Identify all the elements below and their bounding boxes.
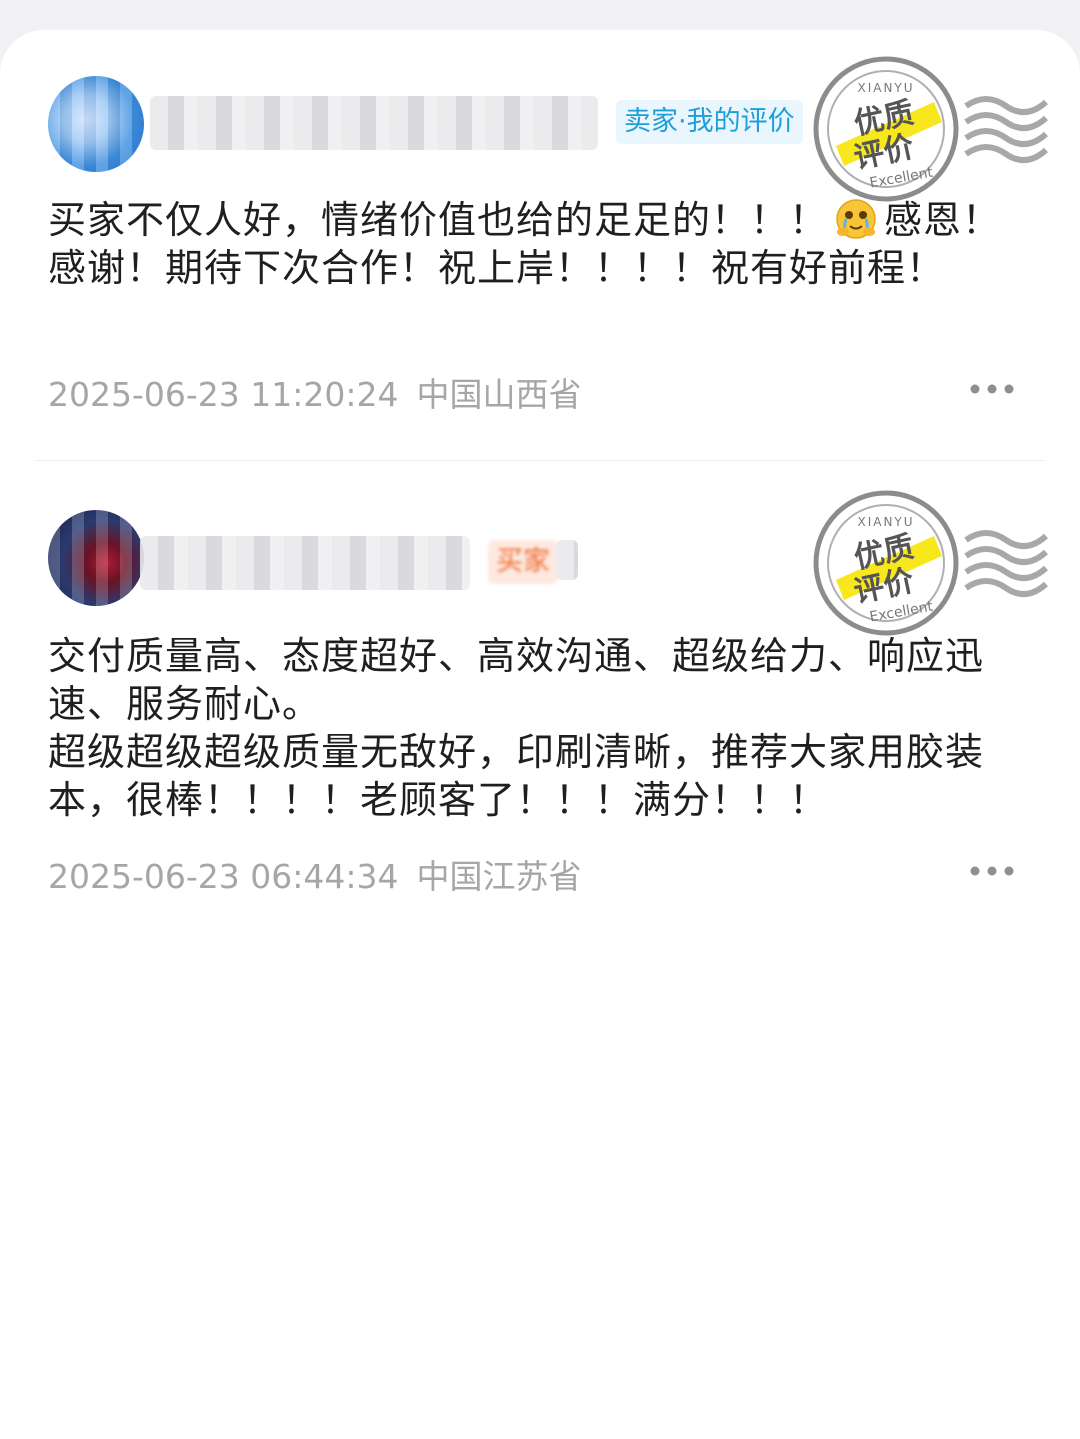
review-content: 买家不仅人好，情绪价值也给的足足的！！！ 感恩！感谢！期待下次合作！祝上岸！！！！…	[48, 198, 1002, 290]
avatar[interactable]	[48, 510, 144, 606]
review-location: 中国山西省	[416, 375, 582, 414]
excellent-review-stamp-icon: XIANYU 优质 评价 Excellent	[813, 56, 1049, 202]
review-meta: 2025-06-23 11:20:24 中国山西省	[48, 368, 581, 416]
svg-text:XIANYU: XIANYU	[857, 81, 914, 95]
role-badge: 买家	[488, 540, 558, 584]
excellent-review-stamp-icon: XIANYU 优质 评价 Excellent	[813, 490, 1049, 636]
svg-text:XIANYU: XIANYU	[857, 515, 914, 529]
username-blurred[interactable]	[150, 96, 598, 150]
username-blurred-tail	[556, 540, 578, 580]
review-content: 交付质量高、态度超好、高效沟通、超级给力、响应迅速、服务耐心。 超级超级超级质量…	[48, 634, 985, 822]
review-meta: 2025-06-23 06:44:34 中国江苏省	[48, 850, 581, 898]
smiling-face-with-tears-icon	[836, 199, 876, 239]
review-location: 中国江苏省	[416, 857, 582, 896]
review-timestamp: 2025-06-23 06:44:34	[48, 857, 399, 896]
role-badge: 卖家·我的评价	[616, 100, 803, 144]
review-timestamp: 2025-06-23 11:20:24	[48, 375, 399, 414]
more-options-icon[interactable]	[968, 382, 1016, 396]
username-blurred[interactable]	[140, 536, 470, 590]
more-options-icon[interactable]	[968, 864, 1016, 878]
reviews-card: 卖家·我的评价 XIANYU 优质 评价 Excellent 买家不仅人好，情绪…	[0, 30, 1080, 1439]
avatar[interactable]	[48, 76, 144, 172]
review-divider	[36, 460, 1044, 461]
